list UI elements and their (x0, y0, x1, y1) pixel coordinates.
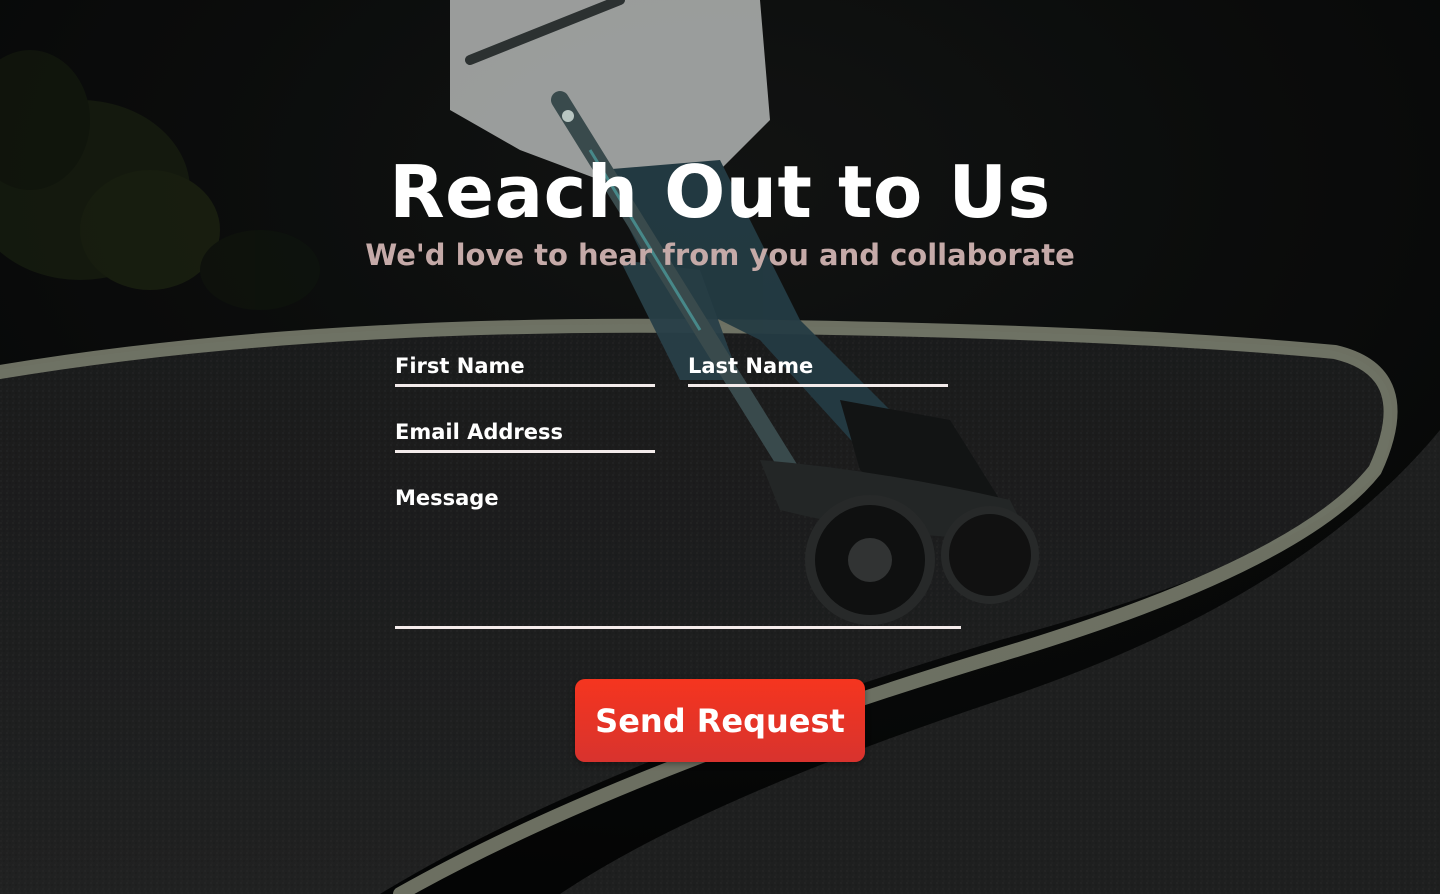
send-request-button[interactable]: Send Request (575, 679, 865, 762)
email-field: Email Address (395, 418, 655, 453)
last-name-field: Last Name (688, 352, 948, 387)
first-name-field: First Name (395, 352, 655, 387)
last-name-input[interactable] (688, 384, 948, 387)
message-field: Message (395, 484, 961, 629)
first-name-input[interactable] (395, 384, 655, 387)
first-name-label: First Name (395, 354, 525, 378)
page-title: Reach Out to Us (389, 150, 1051, 234)
message-input[interactable] (395, 516, 961, 629)
page-subtitle: We'd love to hear from you and collabora… (365, 238, 1075, 272)
contact-section: Reach Out to Us We'd love to hear from y… (0, 0, 1440, 894)
email-input[interactable] (395, 450, 655, 453)
email-label: Email Address (395, 420, 564, 444)
last-name-label: Last Name (688, 354, 814, 378)
message-label: Message (395, 486, 499, 510)
